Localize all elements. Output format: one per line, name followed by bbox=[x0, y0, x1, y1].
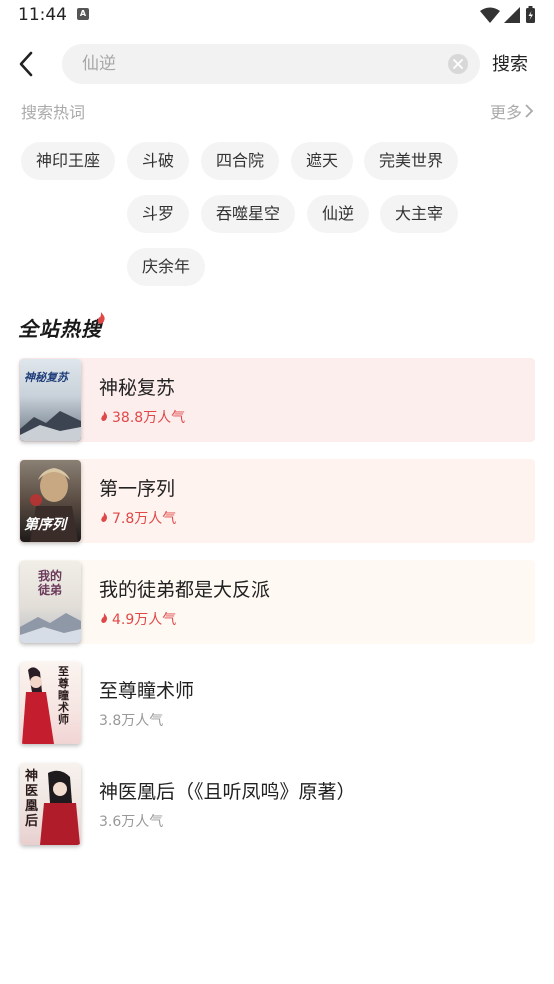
book-cover-title: 神秘复苏 bbox=[24, 371, 68, 384]
book-cover: 我的徒弟 bbox=[20, 561, 81, 643]
book-heat: 3.6万人气 bbox=[99, 811, 163, 831]
chevron-right-icon bbox=[525, 104, 534, 118]
book-title: 神秘复苏 bbox=[99, 377, 176, 399]
more-label: 更多 bbox=[489, 103, 522, 122]
book-heat-value: 38.8万人气 bbox=[112, 410, 186, 426]
search-button[interactable]: 搜索 bbox=[492, 50, 528, 76]
book-item[interactable]: 第序列 第一序列 7.8万人气 bbox=[19, 459, 535, 543]
hot-tag[interactable]: 遮天 bbox=[291, 142, 354, 180]
book-heat-value: 3.8万人气 bbox=[99, 713, 164, 729]
hot-tag[interactable]: 仙逆 bbox=[307, 195, 370, 233]
book-cover: 第序列 bbox=[20, 460, 81, 542]
book-cover: 神秘复苏 bbox=[20, 359, 81, 441]
hot-tag[interactable]: 斗破 bbox=[127, 142, 190, 180]
hot-tag[interactable]: 吞噬星空 bbox=[201, 195, 296, 233]
notification-icon: A bbox=[77, 8, 89, 20]
hot-tag[interactable]: 庆余年 bbox=[127, 248, 206, 286]
hot-tag[interactable]: 神印王座 bbox=[21, 142, 116, 180]
flame-icon bbox=[101, 512, 108, 523]
book-title: 至尊瞳术师 bbox=[99, 680, 195, 702]
book-heat: 3.8万人气 bbox=[99, 710, 163, 730]
book-heat: 38.8万人气 bbox=[99, 407, 185, 427]
back-arrow-icon bbox=[19, 51, 33, 77]
clear-icon bbox=[453, 59, 463, 69]
clear-search-button[interactable] bbox=[448, 54, 468, 74]
book-title: 我的徒弟都是大反派 bbox=[99, 579, 271, 601]
book-title: 神医凰后（《且听凤鸣》原著） bbox=[99, 781, 356, 803]
wifi-icon bbox=[480, 7, 500, 23]
hot-tag[interactable]: 大主宰 bbox=[380, 195, 459, 233]
book-cover-title: 至尊瞳术师 bbox=[58, 665, 69, 726]
book-cover: 神医凰后 bbox=[20, 763, 81, 845]
book-title: 第一序列 bbox=[99, 478, 176, 500]
book-heat: 4.9万人气 bbox=[99, 609, 176, 629]
book-item[interactable]: 我的徒弟 我的徒弟都是大反派 4.9万人气 bbox=[19, 560, 535, 644]
signal-icon bbox=[504, 7, 520, 23]
book-cover-title: 第序列 bbox=[24, 517, 66, 533]
status-time: 11:44 bbox=[18, 5, 67, 25]
status-icons bbox=[478, 6, 538, 24]
battery-icon bbox=[526, 6, 535, 23]
book-cover-title: 神医凰后 bbox=[25, 769, 39, 829]
hot-words-title: 搜索热词 bbox=[21, 103, 86, 122]
flame-icon bbox=[101, 613, 108, 624]
book-heat-value: 7.8万人气 bbox=[112, 511, 177, 527]
book-heat-value: 4.9万人气 bbox=[112, 612, 177, 628]
hot-tag[interactable]: 完美世界 bbox=[364, 142, 459, 180]
hot-list-title: 全站热搜 bbox=[18, 317, 102, 341]
book-heat-value: 3.6万人气 bbox=[99, 814, 164, 830]
flame-icon bbox=[97, 312, 105, 324]
search-box[interactable] bbox=[62, 44, 480, 84]
book-cover-title: 我的徒弟 bbox=[38, 569, 63, 597]
flame-icon bbox=[101, 411, 108, 422]
back-button[interactable] bbox=[10, 48, 42, 80]
book-heat: 7.8万人气 bbox=[99, 508, 176, 528]
book-item[interactable]: 神秘复苏 神秘复苏 38.8万人气 bbox=[19, 358, 535, 442]
book-item[interactable]: 神医凰后 神医凰后（《且听凤鸣》原著） 3.6万人气 bbox=[19, 762, 535, 846]
status-bar: 11:44 A bbox=[0, 0, 554, 32]
book-cover: 至尊瞳术师 bbox=[20, 662, 81, 744]
book-item[interactable]: 至尊瞳术师 至尊瞳术师 3.8万人气 bbox=[19, 661, 535, 745]
hot-tag[interactable]: 斗罗 bbox=[127, 195, 190, 233]
search-input[interactable] bbox=[82, 44, 432, 84]
more-link[interactable]: 更多 bbox=[490, 99, 534, 123]
hot-tag[interactable]: 四合院 bbox=[201, 142, 280, 180]
